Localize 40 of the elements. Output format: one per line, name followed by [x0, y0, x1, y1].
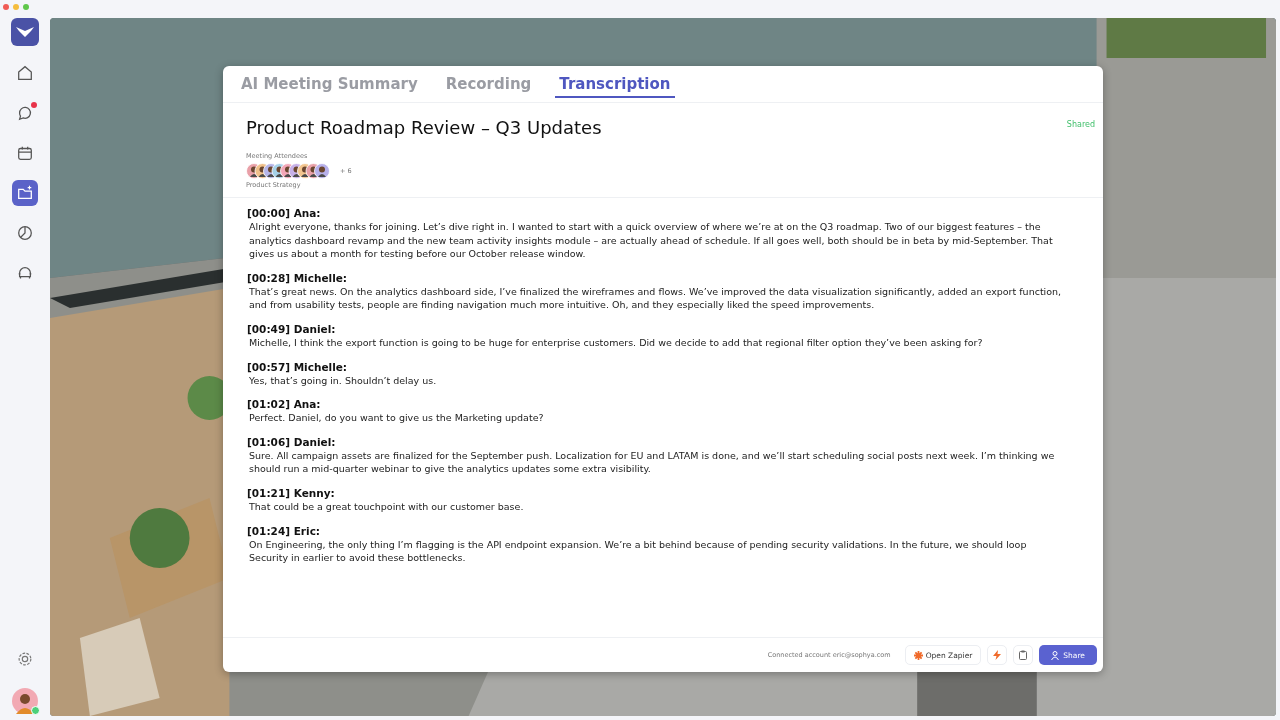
- user-avatar[interactable]: [12, 688, 38, 714]
- speaker-heading: [01:24] Eric:: [247, 523, 322, 538]
- speaker-heading: [00:57] Michelle:: [247, 359, 349, 374]
- transcript-text: Sure. All campaign assets are finalized for the September push. Localization for EU and LATAM is done, and we’ll start scheduling social posts next week. I’m thinking we should run a mid-quarter webinar to give the analytics updates some extra visibility.: [248, 448, 1056, 476]
- folder-icon: [16, 184, 34, 202]
- share-status: Shared: [1066, 120, 1095, 129]
- lightning-icon: [993, 650, 1002, 660]
- meeting-title: Product Roadmap Review – Q3 Updates: [246, 117, 602, 138]
- transcript-text: Alright everyone, thanks for joining. Let’s dive right in. I wanted to start with a quick overview of where we’re at on the Q3 roadmap. Two of our biggest features – the analytics dashboard revamp and the new team activity insights module – are actually ahead of schedule. If all goes well, both should be in beta by mid-September. That gives us about a month for testing before our October release window.: [248, 220, 1054, 261]
- speaker-heading: [01:06] Daniel:: [247, 434, 337, 449]
- speaker-heading: [00:00] Ana:: [247, 206, 322, 220]
- pie-chart-icon: [16, 224, 34, 242]
- transcript-text: Perfect. Daniel, do you want to give us the Marketing update?: [248, 411, 545, 425]
- speaker-heading: [01:21] Kenny:: [247, 485, 336, 500]
- settings-icon: [16, 650, 34, 668]
- close-dot[interactable]: [3, 4, 9, 10]
- home-icon: [16, 64, 34, 82]
- clipboard-button[interactable]: [1013, 645, 1034, 665]
- sidebar-item[interactable]: [12, 180, 38, 206]
- clipboard-icon: [1019, 650, 1028, 660]
- tab[interactable]: Recording: [441, 72, 536, 98]
- speaker-heading: [01:02] Ana:: [247, 397, 322, 412]
- unread-badge: [31, 102, 37, 108]
- maximize-dot[interactable]: [23, 4, 29, 10]
- tab[interactable]: Transcription: [555, 72, 675, 98]
- transcript-text: That’s great news. On the analytics dashboard side, I’ve finalized the wireframes and flows. We’ve improved the data visualization significantly, added an export function, and from usability tests, people are finding navigation much more intuitive. Oh, and they especially liked the speed improvements.: [248, 284, 1063, 312]
- person-icon: [1051, 650, 1060, 660]
- app-logo-icon[interactable]: [11, 18, 39, 46]
- minimize-dot[interactable]: [13, 4, 19, 10]
- transcript-text: Yes, that’s going in. Shouldn’t delay us.: [248, 373, 438, 388]
- speaker-heading: [00:49] Daniel:: [247, 321, 337, 336]
- bolt-button[interactable]: [987, 645, 1008, 665]
- calendar-icon: [16, 144, 34, 162]
- asterisk-icon: [913, 650, 923, 660]
- transcript-text: On Engineering, the only thing I’m flagging is the API endpoint expansion. We’re a bit behind because of pending security validations. In the future, we should loop Security in earlier to avoid these bottlenecks.: [248, 537, 1028, 565]
- speaker-heading: [00:28] Michelle:: [247, 270, 349, 285]
- chat-icon: [16, 104, 34, 122]
- tab[interactable]: AI Meeting Summary: [237, 72, 422, 98]
- transcript-text: Michelle, I think the export function is going to be huge for enterprise customers. Did we decide to add that regional filter option they’ve been asking for?: [248, 335, 984, 350]
- transcript-text: That could be a great touchpoint with our customer base.: [248, 499, 525, 514]
